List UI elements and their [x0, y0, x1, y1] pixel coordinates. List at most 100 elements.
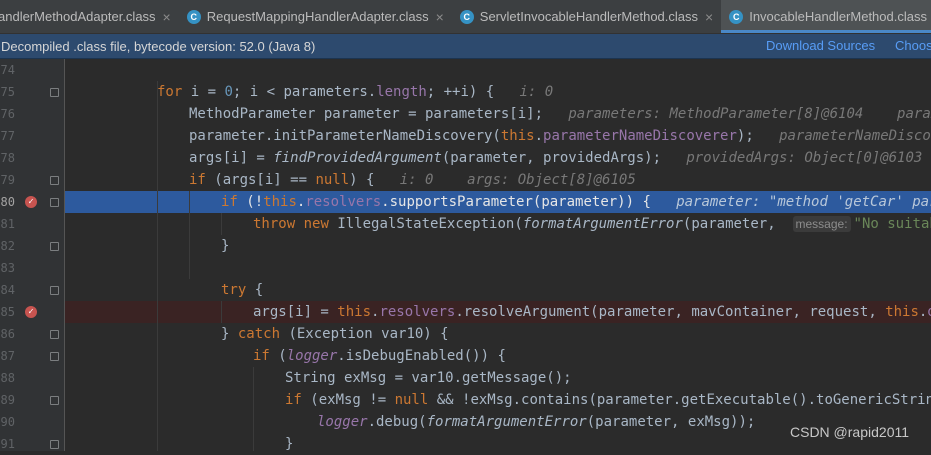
keyword: throw — [253, 216, 296, 232]
keyword: for — [157, 84, 183, 100]
indent-guide — [157, 81, 158, 451]
editor-gutter: 74 75 76 77 78 79 80 81 82 83 84 85 86 8… — [0, 59, 65, 451]
code-line-90: logger.debug(formatArgumentError(paramet… — [317, 411, 755, 433]
fold-marker-icon[interactable] — [50, 286, 59, 295]
code-line-78: args[i] = findProvidedArgument(parameter… — [189, 147, 922, 169]
keyword: this — [263, 194, 297, 210]
code-text: .debug( — [367, 414, 427, 430]
fold-marker-icon[interactable] — [50, 88, 59, 97]
parameter-hint: message: — [792, 216, 851, 232]
banner-message: Decompiled .class file, bytecode version… — [1, 38, 316, 54]
number-literal: 0 — [224, 84, 233, 100]
code-text: ; ++i) { — [426, 84, 495, 100]
code-text: ) { — [349, 172, 375, 188]
tab-handler-method-adapter[interactable]: andlerMethodAdapter.class × — [0, 0, 179, 33]
code-text: .resolveArgument(parameter, mavContainer… — [455, 304, 886, 320]
field-ref: dataBi — [927, 304, 931, 320]
code-text: .isDebugEnabled()) { — [337, 348, 506, 364]
code-line-91: } — [285, 433, 293, 451]
code-line-79: if (args[i] == null) { i: 0 args: Object… — [189, 169, 636, 191]
keyword: try — [221, 282, 247, 298]
tab-label: RequestMappingHandlerAdapter.class — [206, 9, 429, 24]
line-number: 81 — [0, 217, 15, 231]
line-number: 84 — [0, 283, 15, 297]
code-line-76: MethodParameter parameter = parameters[i… — [189, 103, 931, 125]
line-number: 91 — [0, 437, 15, 451]
code-editor[interactable]: for i = 0; i < parameters.length; ++i) {… — [65, 59, 931, 451]
indent-guide — [221, 301, 222, 323]
breakpoint-icon[interactable]: ✓ — [25, 306, 37, 318]
static-field-ref: logger — [317, 414, 368, 430]
tab-request-mapping-handler-adapter[interactable]: C RequestMappingHandlerAdapter.class × — [179, 0, 452, 33]
keyword: null — [315, 172, 350, 188]
close-icon[interactable]: × — [705, 9, 713, 25]
tab-label: InvocableHandlerMethod.class — [749, 9, 927, 24]
line-number: 76 — [0, 107, 15, 121]
code-text: (parameter, exMsg)); — [586, 414, 756, 430]
class-icon: C — [459, 9, 474, 24]
code-line-85: args[i] = this.resolvers.resolveArgument… — [253, 301, 931, 323]
inline-debug-value: i: 0 — [519, 84, 554, 100]
code-text: IllegalStateException( — [328, 216, 523, 232]
choose-sources-link[interactable]: Choos — [895, 38, 931, 53]
keyword: new — [303, 216, 329, 232]
code-line-84: try { — [221, 279, 263, 301]
keyword: this — [500, 128, 535, 144]
code-line-75: for i = 0; i < parameters.length; ++i) {… — [157, 81, 553, 103]
tab-servlet-invocable-handler-method[interactable]: C ServletInvocableHandlerMethod.class × — [452, 0, 721, 33]
line-number: 79 — [0, 173, 15, 187]
code-text: (! — [237, 194, 264, 210]
fold-marker-icon[interactable] — [50, 330, 59, 339]
tab-label: ServletInvocableHandlerMethod.class — [479, 9, 699, 24]
keyword: if — [189, 172, 206, 188]
fold-marker-icon[interactable] — [50, 176, 59, 185]
line-number: 85 — [0, 305, 15, 319]
tab-invocable-handler-method[interactable]: C InvocableHandlerMethod.class — [721, 0, 931, 33]
code-text: parameter.initParameterNameDiscovery( — [189, 128, 501, 144]
download-sources-link[interactable]: Download Sources — [766, 38, 875, 53]
keyword: if — [285, 392, 302, 408]
fold-marker-icon[interactable] — [50, 352, 59, 361]
code-text: MethodParameter parameter = parameters[i… — [189, 106, 544, 122]
line-number: 86 — [0, 327, 15, 341]
keyword: catch — [237, 326, 281, 342]
breakpoint-icon[interactable]: ✓ — [25, 196, 37, 208]
method-ref: formatArgumentError — [426, 414, 587, 430]
fold-marker-icon[interactable] — [50, 440, 59, 449]
code-text: } — [221, 238, 230, 254]
code-line-88: String exMsg = var10.getMessage(); — [285, 367, 572, 389]
indent-guide — [189, 191, 190, 279]
close-icon[interactable]: × — [163, 9, 171, 25]
keyword: if — [221, 194, 238, 210]
fold-marker-icon[interactable] — [50, 198, 59, 207]
code-line-82: } — [221, 235, 229, 257]
code-text: ; i < parameters. — [232, 84, 377, 100]
fold-marker-icon[interactable] — [50, 242, 59, 251]
code-text: . — [534, 128, 544, 144]
code-text: (parameter, providedArgs); — [441, 150, 662, 166]
method-ref: findProvidedArgument — [273, 150, 442, 166]
field-ref: resolvers — [379, 304, 456, 320]
line-number: 90 — [0, 415, 15, 429]
indent-guide — [221, 213, 222, 235]
code-line-77: parameter.initParameterNameDiscovery(thi… — [189, 125, 931, 147]
code-text: (parameter, — [682, 216, 776, 232]
line-number: 82 — [0, 239, 15, 253]
code-line-80: if (!this.resolvers.supportsParameter(pa… — [221, 191, 931, 213]
line-number: 83 — [0, 261, 15, 275]
line-number: 88 — [0, 371, 15, 385]
code-text: } — [221, 326, 238, 342]
code-text: && !exMsg.contains(parameter.getExecutab… — [428, 392, 931, 408]
code-text: String exMsg = var10.getMessage(); — [285, 370, 572, 386]
code-text: ( — [269, 348, 287, 364]
code-text: } — [285, 436, 294, 451]
keyword: this — [885, 304, 919, 320]
code-text: .supportsParameter(parameter)) { — [381, 194, 651, 210]
static-field-ref: logger — [286, 348, 338, 364]
decompiled-banner: Decompiled .class file, bytecode version… — [0, 34, 931, 59]
line-number: 89 — [0, 393, 15, 407]
close-icon[interactable]: × — [436, 9, 444, 25]
code-text: (args[i] == — [205, 172, 316, 188]
fold-marker-icon[interactable] — [50, 396, 59, 405]
class-icon: C — [729, 9, 744, 24]
